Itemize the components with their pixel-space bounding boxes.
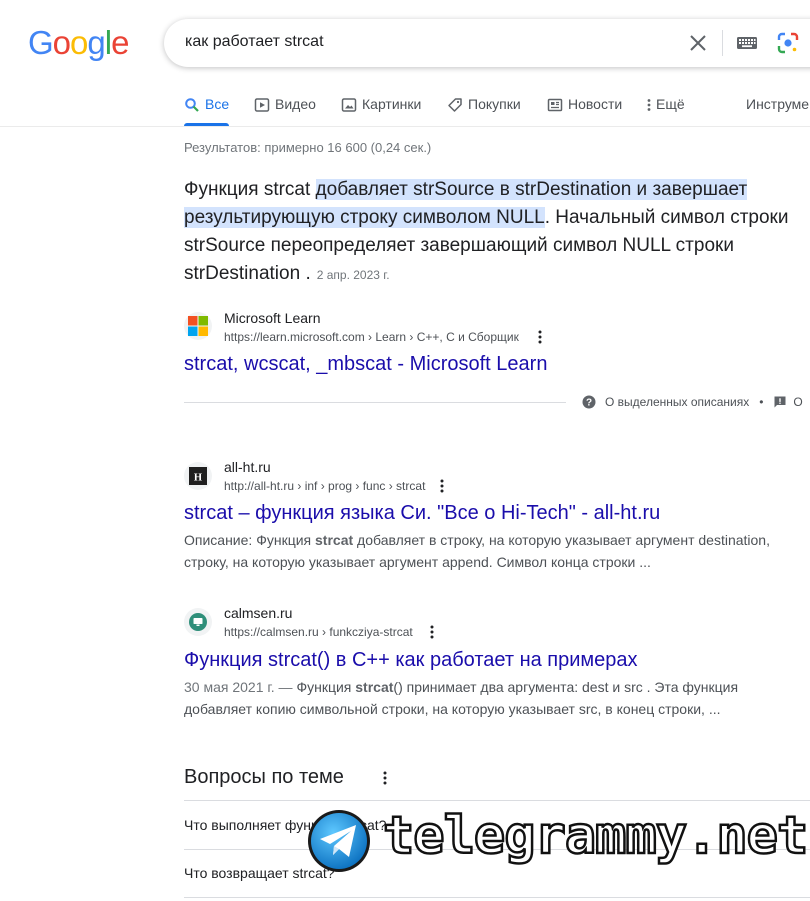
result-title-link[interactable]: strcat, wcscat, _mbscat - Microsoft Lear…	[184, 353, 547, 376]
tag-icon	[448, 98, 462, 112]
more-vert-icon	[647, 99, 651, 111]
more-vert-icon[interactable]	[538, 330, 542, 344]
search-icon	[185, 98, 199, 112]
related-questions-heading: Вопросы по теме	[184, 766, 344, 788]
tab-label: Картинки	[362, 96, 422, 112]
news-icon	[547, 98, 563, 112]
more-vert-icon[interactable]	[430, 625, 434, 639]
tab-label: Инструменты	[746, 96, 810, 112]
snippet-date: 2 апр. 2023 г.	[316, 268, 390, 282]
microsoft-logo-icon	[188, 316, 208, 336]
site-favicon[interactable]: H	[184, 462, 212, 490]
more-vert-icon[interactable]	[440, 479, 444, 493]
close-icon[interactable]	[686, 31, 710, 55]
site-name[interactable]: all-ht.ru	[224, 459, 271, 475]
question-divider	[184, 800, 810, 801]
tab-label: Все	[205, 96, 230, 112]
snippet-text: Функция strcat	[184, 179, 316, 200]
google-logo[interactable]: Google	[28, 24, 129, 61]
result-description: 30 мая 2021 г. — Функция strcat() приним…	[184, 676, 784, 720]
site-url[interactable]: https://learn.microsoft.com › Learn › C+…	[224, 330, 519, 344]
watermark-text: telegrammy.net	[382, 805, 810, 868]
desc-text: Функция	[296, 679, 356, 695]
tab-label: Новости	[568, 96, 623, 112]
desc-keyword: strcat	[315, 532, 354, 548]
tab-label: Покупки	[468, 96, 521, 112]
site-favicon[interactable]	[184, 312, 212, 340]
result-stats: Результатов: примерно 16 600 (0,24 сек.)	[184, 140, 432, 155]
header-divider	[0, 126, 810, 127]
logo-letter: g	[87, 24, 105, 61]
tab-more[interactable]: Ещё	[646, 96, 685, 126]
more-vert-icon[interactable]	[383, 771, 387, 785]
feedback-icon[interactable]	[773, 395, 787, 409]
svg-text:H: H	[194, 473, 202, 484]
search-box[interactable]: как работает strcat	[164, 19, 810, 67]
video-icon	[254, 98, 270, 112]
desc-keyword: strcat	[355, 679, 394, 695]
telegram-logo-icon	[308, 810, 370, 872]
allht-logo-icon: H	[189, 467, 207, 485]
snippet-divider	[184, 402, 566, 403]
tab-shopping[interactable]: Покупки	[447, 96, 521, 126]
search-input[interactable]: как работает strcat	[185, 33, 324, 51]
image-icon	[341, 98, 357, 112]
question-divider	[184, 897, 810, 898]
logo-letter: o	[52, 24, 71, 61]
svg-text:?: ?	[586, 398, 592, 409]
logo-letter: e	[111, 24, 129, 61]
google-lens-icon[interactable]	[776, 31, 800, 55]
site-name[interactable]: Microsoft Learn	[224, 310, 320, 326]
feedback-link[interactable]: О	[793, 395, 802, 409]
tab-news[interactable]: Новости	[547, 96, 622, 126]
site-favicon[interactable]	[184, 608, 212, 636]
tab-label: Видео	[275, 96, 316, 112]
result-description: Описание: Функция strcat добавляет в стр…	[184, 529, 784, 573]
featured-snippet: Функция strcat добавляет strSource в str…	[184, 176, 804, 289]
search-divider	[722, 30, 723, 56]
result-title-link[interactable]: strcat – функция языка Си. "Все о Hi-Tec…	[184, 502, 660, 525]
desc-date: 30 мая 2021 г. —	[184, 679, 297, 695]
result-title-link[interactable]: Функция strcat() в C++ как работает на п…	[184, 649, 638, 672]
logo-letter: G	[28, 24, 54, 61]
separator-dot: •	[759, 395, 764, 409]
help-icon[interactable]: ?	[582, 395, 596, 409]
about-featured-snippets: ? О выделенных описаниях • О	[582, 395, 803, 409]
site-name[interactable]: calmsen.ru	[224, 605, 292, 621]
logo-letter: o	[70, 24, 88, 61]
tab-tools[interactable]: Инструменты	[746, 96, 810, 126]
monitor-icon	[189, 613, 207, 631]
site-url[interactable]: http://all-ht.ru › inf › prog › func › s…	[224, 479, 425, 493]
tab-all[interactable]: Все	[184, 96, 229, 126]
tab-video[interactable]: Видео	[254, 96, 316, 126]
about-snippets-link[interactable]: О выделенных описаниях	[605, 395, 749, 409]
tab-label: Ещё	[656, 96, 685, 112]
desc-text: Описание: Функция	[184, 532, 316, 548]
tab-images[interactable]: Картинки	[341, 96, 421, 126]
keyboard-icon[interactable]	[736, 33, 758, 53]
site-url[interactable]: https://calmsen.ru › funkcziya-strcat	[224, 625, 413, 639]
